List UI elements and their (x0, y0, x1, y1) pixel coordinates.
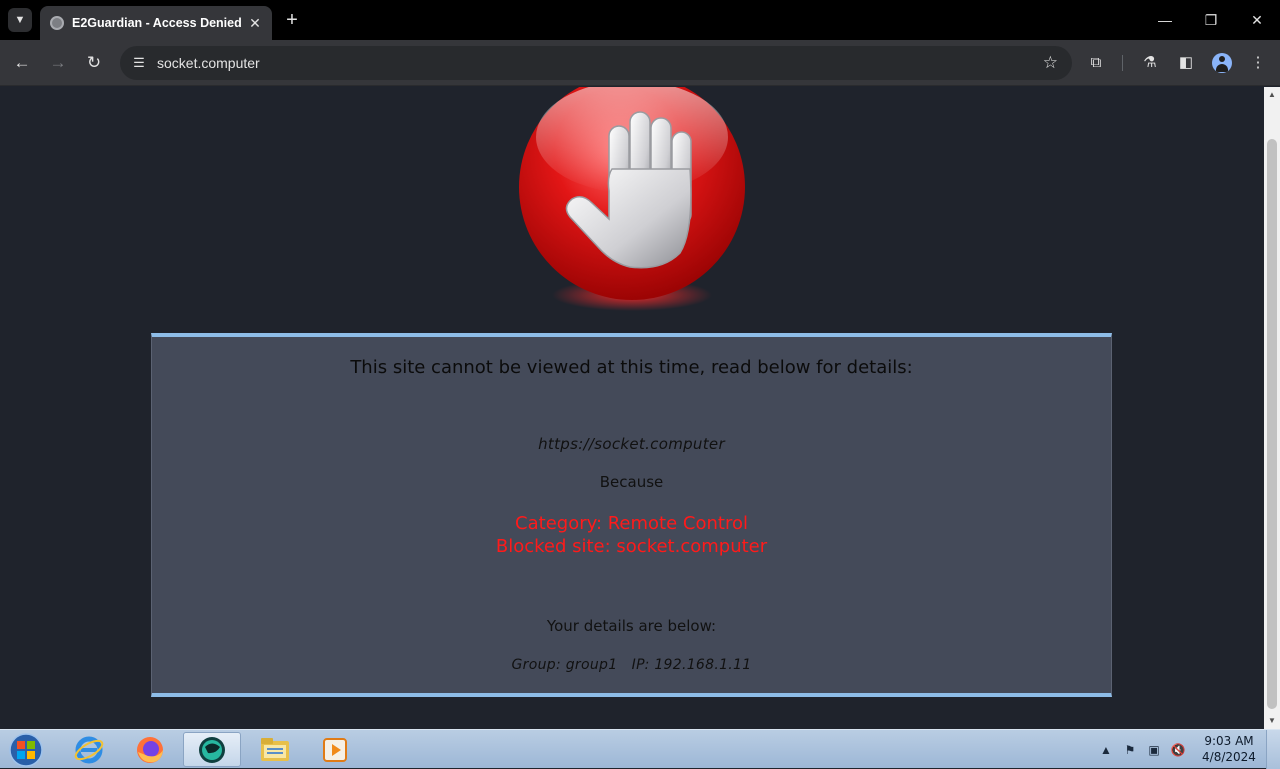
new-tab-button[interactable]: + (282, 9, 302, 31)
scrollbar-thumb[interactable] (1267, 139, 1277, 709)
internet-explorer-icon[interactable] (60, 732, 118, 767)
remote-desktop-app-icon[interactable] (183, 732, 241, 767)
url-text[interactable]: socket.computer (157, 55, 260, 71)
profile-avatar-icon[interactable] (1212, 53, 1232, 73)
tab-search-button[interactable]: ▼ (8, 8, 32, 32)
close-icon[interactable]: ✕ (246, 15, 264, 32)
action-center-flag-icon[interactable]: ⚑ (1122, 742, 1138, 758)
network-icon[interactable]: ▣ (1146, 742, 1162, 758)
system-clock[interactable]: 9:03 AM 4/8/2024 (1196, 733, 1262, 765)
address-bar[interactable]: ☰ socket.computer ☆ (120, 46, 1072, 80)
extensions-icon[interactable]: ⧉ (1084, 51, 1108, 75)
block-reason-site: Blocked site: socket.computer (495, 536, 768, 557)
user-details-heading: Your details are below: (546, 617, 717, 635)
back-arrow-icon[interactable]: ← (10, 51, 34, 75)
minimize-button[interactable]: — (1152, 9, 1178, 31)
side-panel-icon[interactable]: ◧ (1174, 51, 1198, 75)
bookmark-star-icon[interactable]: ☆ (1043, 53, 1058, 73)
tab-title: E2Guardian - Access Denied (72, 16, 242, 30)
tab-active[interactable]: E2Guardian - Access Denied ✕ (40, 6, 272, 40)
firefox-icon[interactable] (121, 732, 179, 767)
show-hidden-icons-icon[interactable]: ▲ (1098, 742, 1114, 758)
browser-toolbar: ← → ↻ ☰ socket.computer ☆ ⧉ ⚗ ◧ ⋮ (0, 40, 1280, 86)
show-desktop-button[interactable] (1266, 730, 1280, 769)
block-reason-category: Category: Remote Control (515, 513, 748, 534)
stop-hand-logo (519, 87, 745, 311)
page-scrollbar[interactable]: ▲ ▼ (1264, 87, 1280, 729)
site-settings-icon[interactable]: ☰ (130, 54, 148, 72)
user-details-line: Group: group1 IP: 192.168.1.11 (511, 657, 752, 673)
clock-time: 9:03 AM (1204, 734, 1254, 748)
clock-date: 4/8/2024 (1202, 750, 1256, 764)
scroll-up-icon[interactable]: ▲ (1264, 87, 1280, 103)
browser-titlebar: ▼ E2Guardian - Access Denied ✕ + — ❐ ✕ (0, 0, 1280, 40)
block-heading: This site cannot be viewed at this time,… (350, 357, 913, 378)
blocked-url: https://socket.computer (538, 435, 725, 453)
block-details-panel: This site cannot be viewed at this time,… (151, 333, 1112, 697)
start-button[interactable] (6, 732, 46, 768)
toolbar-divider (1122, 55, 1123, 71)
scroll-down-icon[interactable]: ▼ (1264, 713, 1280, 729)
because-label: Because (599, 473, 664, 491)
labs-flask-icon[interactable]: ⚗ (1138, 51, 1162, 75)
volume-muted-icon[interactable]: 🔇 (1170, 742, 1186, 758)
file-explorer-icon[interactable] (246, 732, 304, 767)
page-content: This site cannot be viewed at this time,… (0, 87, 1264, 729)
restore-button[interactable]: ❐ (1198, 9, 1224, 31)
menu-kebab-icon[interactable]: ⋮ (1246, 51, 1270, 75)
media-player-icon[interactable] (306, 732, 364, 767)
reload-icon[interactable]: ↻ (82, 51, 106, 75)
forward-arrow-icon[interactable]: → (46, 51, 70, 75)
chevron-down-icon: ▼ (14, 14, 26, 26)
globe-icon (50, 16, 64, 30)
close-window-button[interactable]: ✕ (1244, 9, 1270, 31)
windows-taskbar: ▲ ⚑ ▣ 🔇 9:03 AM 4/8/2024 (0, 729, 1280, 769)
